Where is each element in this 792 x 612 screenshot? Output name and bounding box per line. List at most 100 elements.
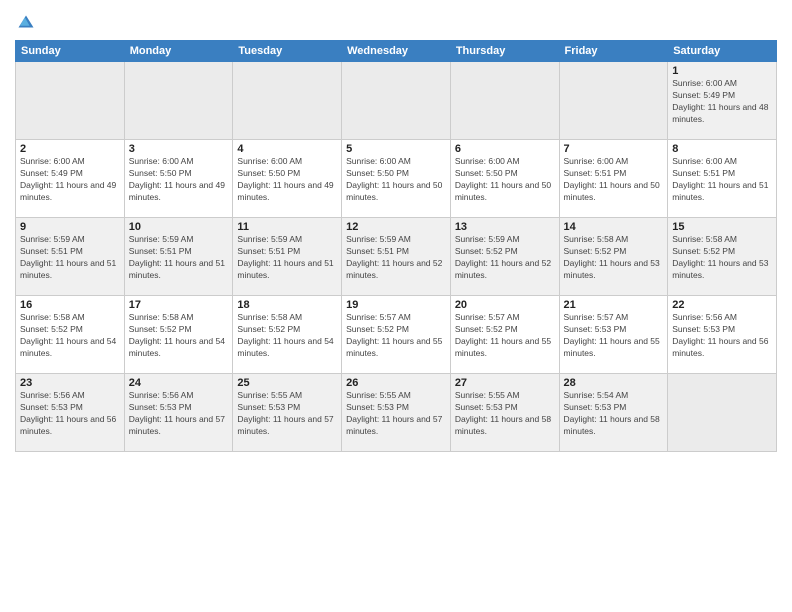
calendar-day-cell: 4Sunrise: 6:00 AMSunset: 5:50 PMDaylight… [233,140,342,218]
day-info: Sunrise: 5:58 AMSunset: 5:52 PMDaylight:… [672,234,772,282]
calendar-day-cell: 13Sunrise: 5:59 AMSunset: 5:52 PMDayligh… [450,218,559,296]
day-info: Sunrise: 6:00 AMSunset: 5:51 PMDaylight:… [672,156,772,204]
day-info: Sunrise: 5:59 AMSunset: 5:51 PMDaylight:… [129,234,229,282]
col-header-sunday: Sunday [16,41,125,62]
calendar-day-cell: 14Sunrise: 5:58 AMSunset: 5:52 PMDayligh… [559,218,668,296]
day-number: 3 [129,143,229,155]
day-info: Sunrise: 5:57 AMSunset: 5:53 PMDaylight:… [564,312,664,360]
col-header-tuesday: Tuesday [233,41,342,62]
day-info: Sunrise: 5:56 AMSunset: 5:53 PMDaylight:… [129,390,229,438]
day-info: Sunrise: 6:00 AMSunset: 5:50 PMDaylight:… [129,156,229,204]
day-number: 20 [455,299,555,311]
day-info: Sunrise: 5:56 AMSunset: 5:53 PMDaylight:… [672,312,772,360]
calendar-day-cell: 16Sunrise: 5:58 AMSunset: 5:52 PMDayligh… [16,296,125,374]
col-header-saturday: Saturday [668,41,777,62]
day-info: Sunrise: 5:57 AMSunset: 5:52 PMDaylight:… [455,312,555,360]
logo [15,14,35,32]
day-number: 24 [129,377,229,389]
calendar-week-row: 9Sunrise: 5:59 AMSunset: 5:51 PMDaylight… [16,218,777,296]
day-info: Sunrise: 5:56 AMSunset: 5:53 PMDaylight:… [20,390,120,438]
calendar-day-cell [559,62,668,140]
calendar-day-cell: 17Sunrise: 5:58 AMSunset: 5:52 PMDayligh… [124,296,233,374]
day-info: Sunrise: 5:58 AMSunset: 5:52 PMDaylight:… [129,312,229,360]
day-number: 6 [455,143,555,155]
day-info: Sunrise: 5:55 AMSunset: 5:53 PMDaylight:… [346,390,446,438]
col-header-wednesday: Wednesday [342,41,451,62]
day-info: Sunrise: 5:55 AMSunset: 5:53 PMDaylight:… [237,390,337,438]
day-number: 23 [20,377,120,389]
calendar-day-cell [16,62,125,140]
day-number: 8 [672,143,772,155]
day-number: 5 [346,143,446,155]
calendar-page: SundayMondayTuesdayWednesdayThursdayFrid… [0,0,792,612]
calendar-day-cell: 8Sunrise: 6:00 AMSunset: 5:51 PMDaylight… [668,140,777,218]
day-info: Sunrise: 6:00 AMSunset: 5:51 PMDaylight:… [564,156,664,204]
calendar-day-cell: 25Sunrise: 5:55 AMSunset: 5:53 PMDayligh… [233,374,342,452]
calendar-table: SundayMondayTuesdayWednesdayThursdayFrid… [15,40,777,452]
day-info: Sunrise: 6:00 AMSunset: 5:50 PMDaylight:… [346,156,446,204]
calendar-day-cell: 7Sunrise: 6:00 AMSunset: 5:51 PMDaylight… [559,140,668,218]
calendar-day-cell: 22Sunrise: 5:56 AMSunset: 5:53 PMDayligh… [668,296,777,374]
day-number: 13 [455,221,555,233]
day-number: 2 [20,143,120,155]
day-info: Sunrise: 6:00 AMSunset: 5:49 PMDaylight:… [20,156,120,204]
col-header-thursday: Thursday [450,41,559,62]
day-info: Sunrise: 5:59 AMSunset: 5:51 PMDaylight:… [20,234,120,282]
col-header-friday: Friday [559,41,668,62]
calendar-day-cell: 5Sunrise: 6:00 AMSunset: 5:50 PMDaylight… [342,140,451,218]
day-number: 10 [129,221,229,233]
calendar-day-cell: 24Sunrise: 5:56 AMSunset: 5:53 PMDayligh… [124,374,233,452]
header [15,10,777,32]
day-info: Sunrise: 6:00 AMSunset: 5:50 PMDaylight:… [237,156,337,204]
logo-icon [17,14,35,32]
day-number: 4 [237,143,337,155]
day-info: Sunrise: 5:59 AMSunset: 5:52 PMDaylight:… [455,234,555,282]
calendar-day-cell: 27Sunrise: 5:55 AMSunset: 5:53 PMDayligh… [450,374,559,452]
day-number: 21 [564,299,664,311]
calendar-day-cell: 28Sunrise: 5:54 AMSunset: 5:53 PMDayligh… [559,374,668,452]
day-info: Sunrise: 5:59 AMSunset: 5:51 PMDaylight:… [237,234,337,282]
calendar-day-cell: 11Sunrise: 5:59 AMSunset: 5:51 PMDayligh… [233,218,342,296]
day-info: Sunrise: 6:00 AMSunset: 5:50 PMDaylight:… [455,156,555,204]
calendar-day-cell [450,62,559,140]
calendar-day-cell: 15Sunrise: 5:58 AMSunset: 5:52 PMDayligh… [668,218,777,296]
day-info: Sunrise: 5:55 AMSunset: 5:53 PMDaylight:… [455,390,555,438]
calendar-day-cell [233,62,342,140]
calendar-day-cell: 3Sunrise: 6:00 AMSunset: 5:50 PMDaylight… [124,140,233,218]
day-info: Sunrise: 5:58 AMSunset: 5:52 PMDaylight:… [564,234,664,282]
day-number: 22 [672,299,772,311]
calendar-week-row: 16Sunrise: 5:58 AMSunset: 5:52 PMDayligh… [16,296,777,374]
day-number: 16 [20,299,120,311]
day-number: 14 [564,221,664,233]
day-info: Sunrise: 5:57 AMSunset: 5:52 PMDaylight:… [346,312,446,360]
calendar-day-cell [124,62,233,140]
col-header-monday: Monday [124,41,233,62]
calendar-day-cell: 26Sunrise: 5:55 AMSunset: 5:53 PMDayligh… [342,374,451,452]
day-info: Sunrise: 5:58 AMSunset: 5:52 PMDaylight:… [20,312,120,360]
calendar-day-cell: 10Sunrise: 5:59 AMSunset: 5:51 PMDayligh… [124,218,233,296]
day-number: 1 [672,65,772,77]
calendar-day-cell: 2Sunrise: 6:00 AMSunset: 5:49 PMDaylight… [16,140,125,218]
day-number: 19 [346,299,446,311]
calendar-week-row: 2Sunrise: 6:00 AMSunset: 5:49 PMDaylight… [16,140,777,218]
calendar-day-cell [342,62,451,140]
day-number: 17 [129,299,229,311]
day-number: 18 [237,299,337,311]
day-number: 26 [346,377,446,389]
day-number: 12 [346,221,446,233]
day-number: 9 [20,221,120,233]
day-number: 28 [564,377,664,389]
day-info: Sunrise: 5:58 AMSunset: 5:52 PMDaylight:… [237,312,337,360]
calendar-day-cell: 19Sunrise: 5:57 AMSunset: 5:52 PMDayligh… [342,296,451,374]
calendar-header-row: SundayMondayTuesdayWednesdayThursdayFrid… [16,41,777,62]
calendar-week-row: 23Sunrise: 5:56 AMSunset: 5:53 PMDayligh… [16,374,777,452]
calendar-day-cell: 23Sunrise: 5:56 AMSunset: 5:53 PMDayligh… [16,374,125,452]
calendar-day-cell [668,374,777,452]
calendar-day-cell: 20Sunrise: 5:57 AMSunset: 5:52 PMDayligh… [450,296,559,374]
day-info: Sunrise: 6:00 AMSunset: 5:49 PMDaylight:… [672,78,772,126]
calendar-day-cell: 6Sunrise: 6:00 AMSunset: 5:50 PMDaylight… [450,140,559,218]
calendar-day-cell: 1Sunrise: 6:00 AMSunset: 5:49 PMDaylight… [668,62,777,140]
day-number: 11 [237,221,337,233]
day-info: Sunrise: 5:54 AMSunset: 5:53 PMDaylight:… [564,390,664,438]
calendar-day-cell: 9Sunrise: 5:59 AMSunset: 5:51 PMDaylight… [16,218,125,296]
